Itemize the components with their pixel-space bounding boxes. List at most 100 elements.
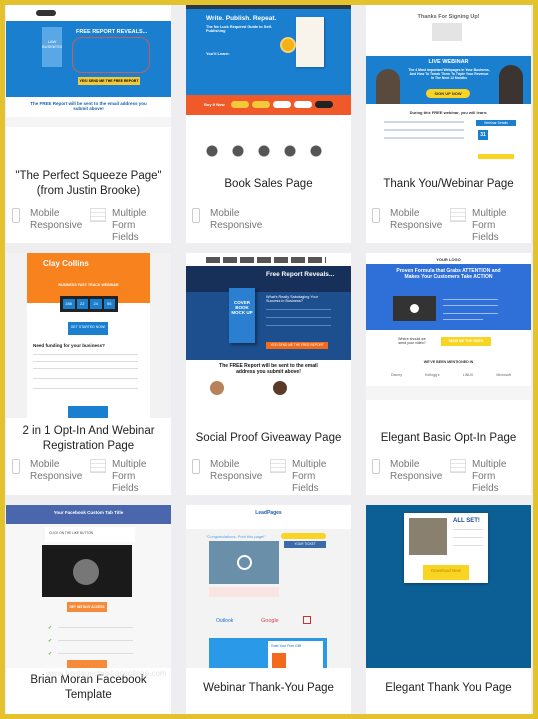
feature-mobile-responsive: Mobile Responsive [192,459,270,495]
checkmark-icon: ✔ [48,638,53,644]
thumb-sub: The 4 Most Important Webpages in Your Bu… [408,68,490,80]
form-fields-icon [270,459,286,473]
thumb-headline: Your Facebook Custom Tab Title [53,510,124,515]
title-line: "The Perfect Squeeze Page" [15,170,162,182]
thumb-tag: BUSINESS FAST TRACK WEBINAR [58,283,119,287]
template-thumbnail[interactable]: LAW BUSINESS FREE REPORT REVEALS... YES!… [6,5,171,160]
template-thumbnail[interactable]: Thanks For Signing Up! LIVE WEBINAR The … [366,5,531,160]
outlook-icon: Outlook [216,618,234,624]
thumb-headline: Thanks For Signing Up! [417,14,480,20]
thumb-webinar: LIVE WEBINAR [428,59,469,65]
mobile-phone-icon [12,208,20,223]
template-card-book-sales[interactable]: Write. Publish. Repeat. The No Luck Requ… [186,5,351,243]
host-photo [376,69,400,104]
template-thumbnail[interactable]: YOUR LOGO Proven Formula that Grabs ATTE… [366,253,531,418]
thumb-button: YES! SEND ME THE FREE REPORT [266,342,328,349]
press-logos [206,257,326,263]
thumb-name: Clay Collins [43,259,89,268]
title-line: Registration Page [42,439,135,452]
thumb-headline: ALL SET! [453,518,480,524]
brand-logo: Microsoft [496,373,511,377]
template-card-elegant-basic-optin[interactable]: YOUR LOGO Proven Formula that Grabs ATTE… [366,253,531,495]
feature-label: Multiple Form Fields [292,459,327,494]
thumb-button: YES! SEND ME THE FREE REPORT [78,77,140,85]
thumb-learn: During this FREE webinar, you will learn… [409,110,488,115]
template-thumbnail[interactable]: Free Report Reveals... COVER BOOK MOCK U… [186,253,351,418]
template-card-brian-moran-facebook[interactable]: Your Facebook Custom Tab Title CLICK ON … [6,505,171,714]
form-fields-icon [90,459,106,473]
feature-multiple-form-fields: Multiple Form Fields [90,208,168,243]
template-title[interactable]: "The Perfect Squeeze Page" (from Justin B… [6,160,171,208]
template-card-perfect-squeeze[interactable]: LAW BUSINESS FREE REPORT REVEALS... YES!… [6,5,171,243]
template-title[interactable]: Book Sales Page [186,160,351,208]
template-card-social-proof-giveaway[interactable]: Free Report Reveals... COVER BOOK MOCK U… [186,253,351,495]
template-thumbnail[interactable]: Clay Collins BUSINESS FAST TRACK WEBINAR… [6,253,171,418]
countdown-timer: 286 22 24 56 [60,296,118,312]
template-card-2in1-optin-webinar[interactable]: Clay Collins BUSINESS FAST TRACK WEBINAR… [6,253,171,495]
template-card-thank-you-webinar[interactable]: Thanks For Signing Up! LIVE WEBINAR The … [366,5,531,243]
template-title[interactable]: Thank You/Webinar Page [366,160,531,208]
feature-label: Multiple Form Fields [472,208,507,243]
headline-text: Free Report Reveals... [266,271,335,278]
host-photo [499,65,523,104]
watermark: www.heritagechristiancollege.com [46,669,167,678]
template-title[interactable]: Elegant Thank You Page [366,668,531,708]
brand-logos: Disney Kellogg's LINUX Microsoft [391,373,511,377]
template-title[interactable]: Elegant Basic Opt-In Page [366,418,531,459]
video-player [209,541,279,584]
thumb-footer: The FREE Report will be sent to the emai… [30,101,147,111]
feature-multiple-form-fields: Multiple Form Fields [450,208,528,243]
feature-mobile-responsive: Mobile Responsive [372,459,450,495]
countdown-minutes: 24 [90,299,102,309]
feature-mobile-responsive: Mobile Responsive [192,208,270,232]
checkmark-icon: ✔ [48,625,53,631]
template-title[interactable]: 2 in 1 Opt-In And Webinar Registration Pa… [6,418,171,459]
feature-list: Mobile Responsive Multiple Form Fields [366,459,531,495]
mobile-phone-icon [372,459,380,474]
thumb-congrats: "Congratulations, Print this page!" [206,534,266,539]
thumb-button: SEND ME THE VIDEO [441,337,491,346]
feature-mobile-responsive: Mobile Responsive [12,208,90,243]
feature-mobile-responsive: Mobile Responsive [12,459,90,495]
feature-label: Mobile Responsive [30,208,83,231]
template-thumbnail[interactable]: LeadPages "Congratulations, Print this p… [186,505,351,668]
brand-logo: Disney [391,373,402,377]
template-title[interactable]: Social Proof Giveaway Page [186,418,351,459]
feature-label: Mobile Responsive [390,459,443,482]
calendar-icon: 31 [478,130,488,140]
thumb-ask: Where should we send your video? [398,337,426,345]
thumb-button: GET INSTANT ACCESS [67,602,107,612]
feature-label: Mobile Responsive [30,459,83,482]
template-thumbnail[interactable]: ALL SET! Download Now [366,505,531,668]
feature-multiple-form-fields: Multiple Form Fields [270,459,348,495]
thumb-headline: Free Report Reveals... [266,271,334,278]
thumb-button: Download Now [423,565,469,580]
medal-icon [280,37,296,53]
template-title[interactable]: Webinar Thank-You Page [186,668,351,708]
title-line: (from Justin Brooke) [36,185,141,197]
template-card-webinar-thank-you[interactable]: LeadPages "Congratulations, Print this p… [186,505,351,714]
google-icon: Google [261,618,279,624]
feature-list: Mobile Responsive [186,208,351,232]
calendar-icon [303,616,311,624]
form-fields-icon [450,459,466,473]
feature-list: Mobile Responsive Multiple Form Fields [6,208,171,243]
countdown-hours: 22 [76,299,88,309]
book-cover: LAW BUSINESS [42,27,62,67]
mobile-phone-icon [372,208,380,223]
thumb-headline: Proven Formula that Grabs ATTENTION and … [396,268,501,280]
form-fields-icon [90,208,106,222]
feature-multiple-form-fields: Multiple Form Fields [90,459,168,495]
thumb-ticket: YOUR TICKET [284,541,326,548]
template-thumbnail[interactable]: Your Facebook Custom Tab Title CLICK ON … [6,505,171,668]
feature-label: Mobile Responsive [210,459,263,482]
template-card-elegant-thank-you[interactable]: ALL SET! Download Now Elegant Thank You … [366,505,531,714]
feature-label: Multiple Form Fields [112,208,147,243]
play-icon [237,555,252,570]
thumb-buy: Buy It Now [204,102,225,107]
thumb-mentioned: WE'VE BEEN MENTIONED IN [423,360,474,364]
video-player [393,296,436,321]
thumb-headline: Write. Publish. Repeat. [206,15,277,22]
template-thumbnail[interactable]: Write. Publish. Repeat. The No Luck Requ… [186,5,351,160]
mobile-phone-icon [192,208,200,223]
